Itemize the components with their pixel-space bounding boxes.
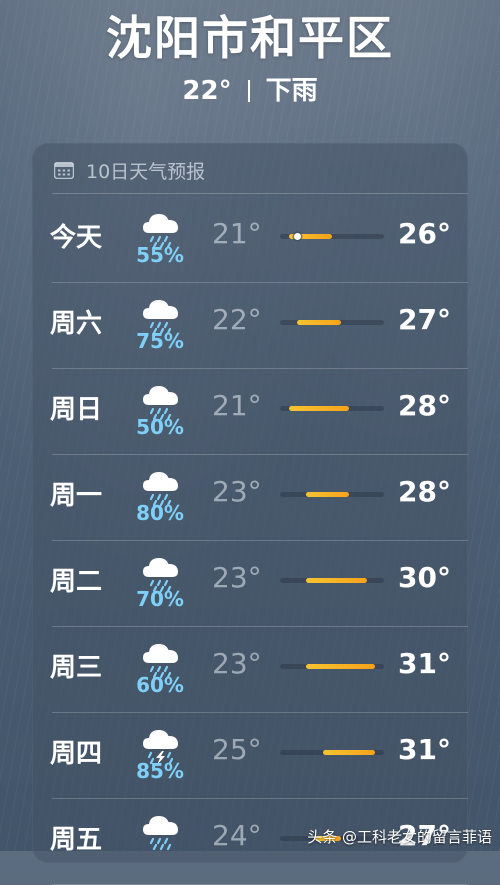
forecast-row[interactable]: 周一 80% 23° 28° [32, 455, 468, 541]
forecast-row[interactable]: 周日 50% 21° 28° [32, 369, 468, 455]
forecast-row[interactable]: 周三 60% 23° 31° [32, 627, 468, 713]
day-label: 周二 [50, 567, 103, 597]
low-temp: 23° [212, 561, 262, 594]
day-label: 周三 [50, 653, 103, 683]
header-divider [52, 193, 468, 194]
current-temp-marker [293, 233, 301, 240]
current-temp: 22° [182, 76, 232, 106]
day-label: 周一 [50, 481, 103, 511]
temp-range-bar [288, 406, 350, 411]
low-temp: 23° [212, 475, 262, 508]
day-label: 周五 [50, 825, 103, 855]
low-temp: 22° [212, 303, 262, 336]
temp-range-track [280, 233, 384, 240]
ten-day-forecast-panel[interactable]: 10日天气预报 今天 55% 21° 26° 周六 75% 22° 27° 周日 50% 21° 28… [32, 143, 468, 885]
precip-chance: 85% [136, 759, 184, 783]
rain-cloud-icon [143, 816, 179, 851]
day-label: 周日 [50, 395, 103, 425]
high-temp: 31° [398, 647, 451, 680]
watermark: 头条 @工科老女的留言菲语 [307, 828, 492, 846]
temp-range-track [280, 492, 384, 497]
temp-range-track [280, 406, 384, 411]
high-temp: 31° [398, 733, 451, 766]
temp-range-track [280, 320, 384, 325]
temp-range-bar [306, 578, 367, 583]
panel-header: 10日天气预报 [54, 157, 205, 183]
temp-range-bar [297, 320, 341, 325]
forecast-row[interactable]: 周六 75% 22° 27° [32, 283, 468, 369]
low-temp: 21° [212, 389, 262, 422]
low-temp: 25° [212, 733, 262, 766]
precip-chance: 70% [136, 587, 184, 611]
day-label: 周六 [50, 309, 103, 339]
current-condition: 下雨 [265, 76, 318, 106]
low-temp: 23° [212, 647, 262, 680]
panel-title: 10日天气预报 [86, 160, 206, 183]
temp-range-bar [323, 750, 376, 755]
precip-chance: 80% [136, 501, 184, 525]
forecast-row[interactable]: 今天 55% 21° 26° [32, 197, 468, 283]
high-temp: 28° [398, 475, 451, 508]
high-temp: 26° [398, 217, 451, 250]
calendar-icon [54, 161, 74, 179]
forecast-row[interactable]: 周四 85% 25° 31° [32, 713, 468, 799]
divider [247, 80, 250, 102]
temp-range-bar [306, 492, 350, 497]
precip-chance: 75% [136, 329, 184, 353]
high-temp: 27° [398, 303, 451, 336]
day-label: 周四 [50, 739, 103, 769]
day-label: 今天 [50, 223, 103, 253]
location-title: 沈阳市和平区 [106, 11, 394, 65]
forecast-row[interactable]: 周二 70% 23° 30° [32, 541, 468, 627]
low-temp: 24° [212, 819, 262, 852]
current-conditions: 22° 下雨 [0, 70, 500, 107]
temp-range-track [280, 664, 384, 669]
temp-range-bar [306, 664, 376, 669]
precip-chance: 60% [136, 673, 184, 697]
low-temp: 21° [212, 217, 262, 250]
precip-chance: 50% [136, 415, 184, 439]
precip-chance: 55% [136, 243, 184, 267]
temp-range-track [280, 578, 384, 583]
high-temp: 28° [398, 389, 451, 422]
temp-range-track [280, 750, 384, 755]
high-temp: 30° [398, 561, 451, 594]
